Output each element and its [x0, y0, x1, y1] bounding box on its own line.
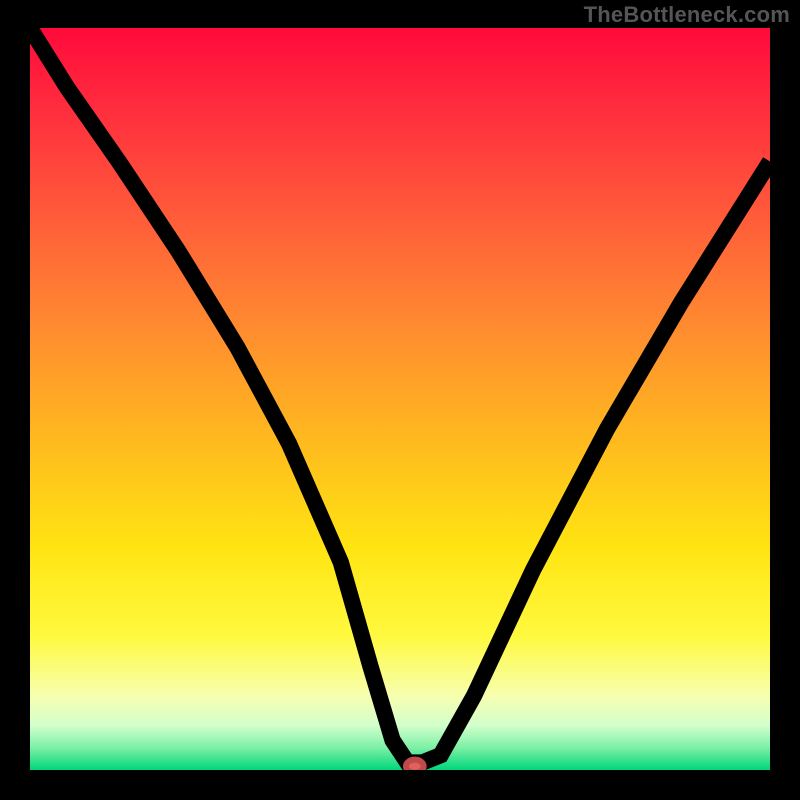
curve-layer [30, 28, 770, 770]
plot-area [30, 28, 770, 770]
bottleneck-chart: TheBottleneck.com [0, 0, 800, 800]
bottleneck-curve-path [30, 28, 770, 763]
watermark-text: TheBottleneck.com [584, 2, 790, 28]
minimum-marker [406, 760, 424, 770]
